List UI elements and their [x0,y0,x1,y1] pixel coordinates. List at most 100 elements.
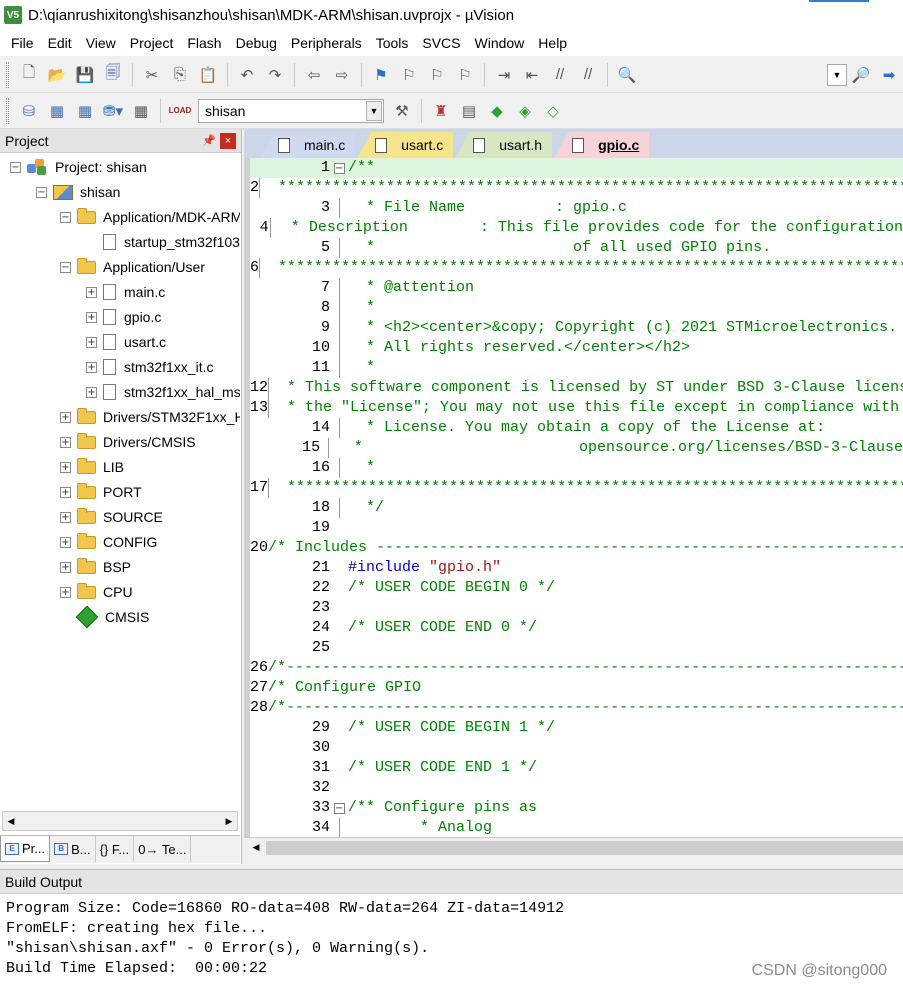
build-icon[interactable]: ▦ [45,99,69,123]
code-line[interactable]: 33−/** Configure pins as [250,798,903,818]
code-line[interactable]: 11 * [250,358,903,378]
toolbar-grip[interactable] [6,61,9,88]
panel-tab-templates[interactable]: 0→ Te... [134,836,192,862]
tree-item[interactable]: + stm32f1xx_it.c [86,355,213,379]
menu-project[interactable]: Project [123,30,181,56]
file-tab-usart-h[interactable]: usart.h [455,132,553,158]
menu-file[interactable]: File [4,30,41,56]
code-line[interactable]: 12 * This software component is licensed… [250,378,903,398]
new-file-icon[interactable]: 🗋 [17,63,41,87]
collapse-icon[interactable]: − [333,162,345,174]
file-tab-gpio-c[interactable]: gpio.c [554,132,650,158]
tree-item[interactable]: + Drivers/STM32F1xx_HAL_Driver [60,405,240,429]
close-icon[interactable]: × [220,132,236,149]
tree-item[interactable]: + SOURCE [60,505,163,529]
code-line[interactable]: 19 [250,518,903,538]
expand-icon[interactable]: + [60,586,71,598]
menu-view[interactable]: View [79,30,123,56]
save-all-icon[interactable]: 🗐 [101,63,125,87]
navigate-forward-icon[interactable]: ⇨ [330,63,354,87]
code-line[interactable]: 23 [250,598,903,618]
menu-flash[interactable]: Flash [180,30,228,56]
open-file-icon[interactable]: 📂 [45,63,69,87]
tree-item[interactable]: − Project: shisan [10,155,147,179]
arrow-right-icon[interactable]: ➡ [877,63,901,87]
collapse-icon[interactable]: − [36,186,47,198]
code-line[interactable]: 10 * All rights reserved.</center></h2> [250,338,903,358]
code-line[interactable]: 26/*------------------------------------… [250,658,903,678]
cut-icon[interactable]: ✂ [140,63,164,87]
code-line[interactable]: 25 [250,638,903,658]
expand-icon[interactable]: + [60,511,71,523]
menu-edit[interactable]: Edit [41,30,79,56]
menu-tools[interactable]: Tools [369,30,416,56]
code-line[interactable]: 14 * License. You may obtain a copy of t… [250,418,903,438]
indent-icon[interactable]: ⇥ [492,63,516,87]
code-line[interactable]: 6 **************************************… [250,258,903,278]
code-line[interactable]: 16 * [250,458,903,478]
code-line[interactable]: 32 [250,778,903,798]
code-line[interactable]: 8 * [250,298,903,318]
code-line[interactable]: 21 #include "gpio.h" [250,558,903,578]
expand-icon[interactable]: + [60,461,71,473]
tree-item[interactable]: + CPU [60,580,133,604]
collapse-icon[interactable]: − [60,261,71,273]
expand-icon[interactable]: + [60,436,71,448]
code-line[interactable]: 24 /* USER CODE END 0 */ [250,618,903,638]
file-extensions-icon[interactable]: ▤ [457,99,481,123]
pin-icon[interactable]: 📌 [201,134,217,147]
collapse-icon[interactable]: − [10,161,21,173]
next-bookmark-icon[interactable]: ⚐ [425,63,449,87]
scroll-left-icon[interactable]: ◀ [3,812,19,830]
tree-item[interactable]: CMSIS [60,605,149,629]
translate-icon[interactable]: ⛁ [17,99,41,123]
collapse-icon[interactable]: − [333,802,345,814]
toolbar-grip[interactable] [6,97,9,124]
save-icon[interactable]: 💾 [73,63,97,87]
tree-item[interactable]: − shisan [36,180,120,204]
tree-item[interactable]: + CONFIG [60,530,157,554]
target-select[interactable]: shisan ▼ [198,98,384,123]
menu-window[interactable]: Window [468,30,532,56]
target-options-icon[interactable]: ⚒ [390,99,414,123]
tree-item[interactable]: + BSP [60,555,131,579]
code-line[interactable]: 9 * <h2><center>&copy; Copyright (c) 202… [250,318,903,338]
tree-item[interactable]: startup_stm32f103xb.s [86,230,240,254]
copy-icon[interactable]: ⎘ [168,63,192,87]
code-line[interactable]: 27/* Configure GPIO */ [250,678,903,698]
redo-icon[interactable]: ↷ [263,63,287,87]
menu-debug[interactable]: Debug [229,30,284,56]
tree-item[interactable]: − Application/User [60,255,205,279]
undo-icon[interactable]: ↶ [235,63,259,87]
expand-icon[interactable]: + [60,561,71,573]
menu-peripherals[interactable]: Peripherals [284,30,369,56]
project-horizontal-scrollbar[interactable]: ◀ ▶ [2,811,238,831]
code-editor[interactable]: 1−/** 2 *********************************… [244,158,903,837]
rebuild-icon[interactable]: ▦ [73,99,97,123]
code-line[interactable]: 2 **************************************… [250,178,903,198]
code-line[interactable]: 13 * the "License"; You may not use this… [250,398,903,418]
batch-build-icon[interactable]: ⛃▾ [101,99,125,123]
tree-item[interactable]: + gpio.c [86,305,161,329]
expand-icon[interactable]: + [86,386,97,398]
code-line[interactable]: 4 * Description : This file provides cod… [250,218,903,238]
panel-tab-project[interactable]: E Pr... [0,836,51,862]
tree-item[interactable]: + LIB [60,455,124,479]
expand-icon[interactable]: + [86,361,97,373]
unindent-icon[interactable]: ⇤ [520,63,544,87]
code-line[interactable]: 3 * File Name : gpio.c [250,198,903,218]
code-line[interactable]: 17 *************************************… [250,478,903,498]
expand-icon[interactable]: + [86,336,97,348]
panel-tab-books[interactable]: B B... [50,836,96,862]
expand-icon[interactable]: + [86,311,97,323]
uncomment-icon[interactable]: // [576,63,600,87]
bookmark-icon[interactable]: ⚑ [369,63,393,87]
expand-icon[interactable]: + [60,411,71,423]
scrollbar-thumb[interactable] [266,841,903,855]
run-time-environment-icon[interactable]: ◆ [485,99,509,123]
manage-components-icon[interactable]: ♜ [429,99,453,123]
collapse-icon[interactable]: − [60,211,71,223]
expand-icon[interactable]: + [86,286,97,298]
tree-item[interactable]: + main.c [86,280,165,304]
pack-installer-icon[interactable]: ◇ [541,99,565,123]
